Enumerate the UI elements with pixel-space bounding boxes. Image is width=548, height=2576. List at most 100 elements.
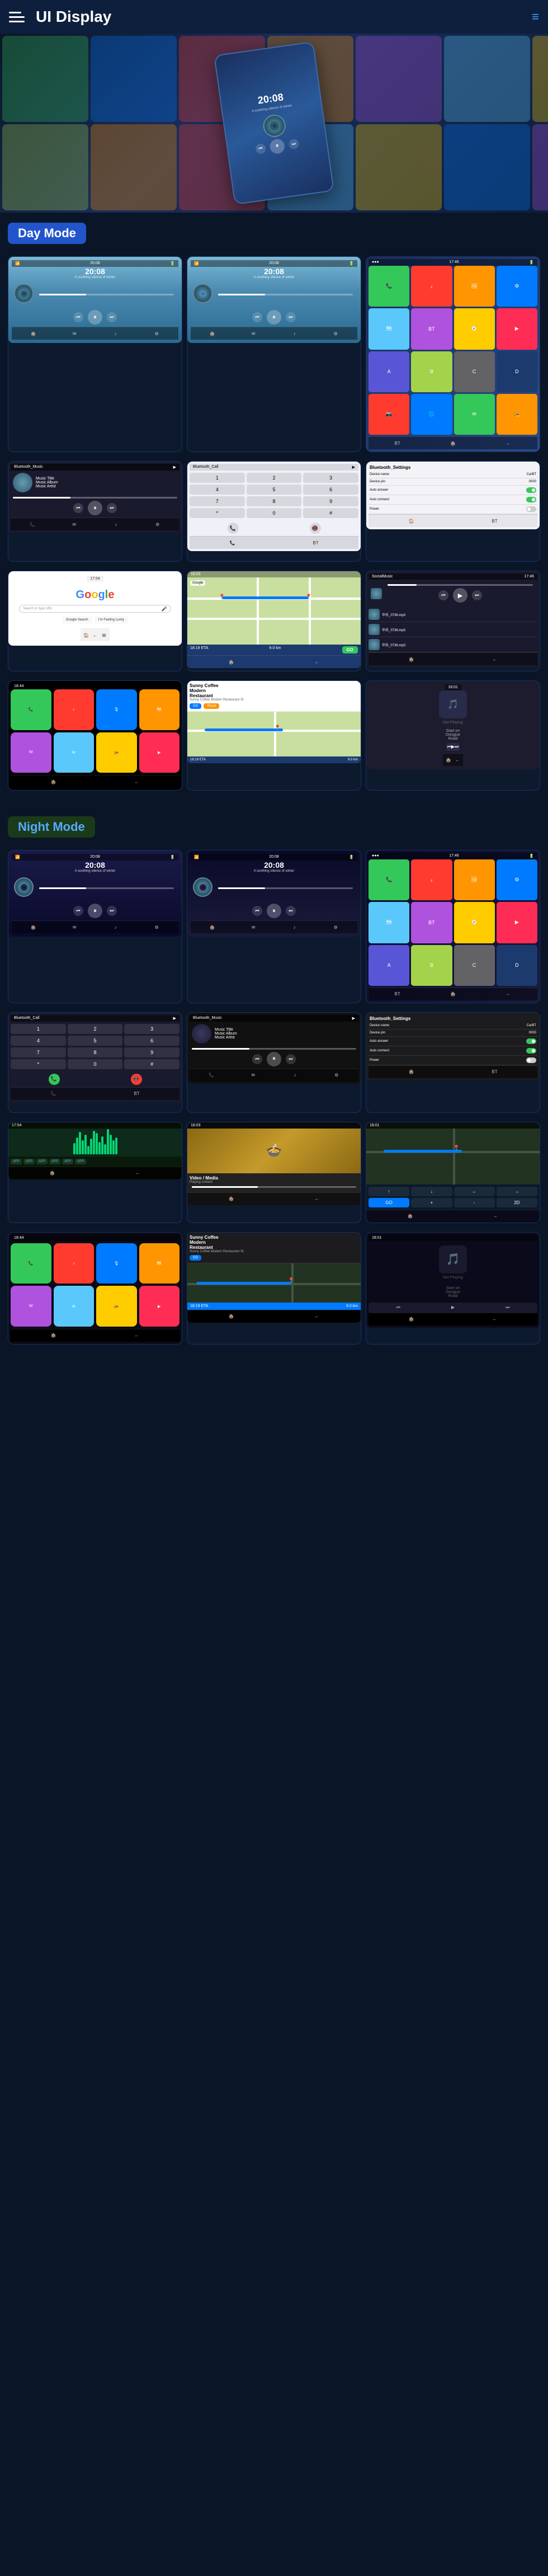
settings-bt-icon[interactable]: BT: [490, 516, 499, 525]
night-app-1[interactable]: A: [369, 945, 409, 986]
app-icon-e3[interactable]: ✉: [454, 394, 495, 435]
home-icon-1[interactable]: 🏠: [29, 329, 38, 338]
night-bt-next-btn[interactable]: ⏭: [286, 1054, 296, 1064]
night-play-btn-2[interactable]: ⏸: [267, 904, 281, 918]
carplay-podcast-app[interactable]: 🎙: [96, 689, 137, 730]
night-key-5[interactable]: 5: [68, 1036, 123, 1046]
settings-icon-bt[interactable]: ⚙: [153, 520, 162, 529]
night-settings-icon-1[interactable]: ⚙: [152, 923, 161, 932]
night-settings-bt-icon[interactable]: BT: [490, 1068, 499, 1077]
night-bt-music-icon[interactable]: ♪: [290, 1071, 299, 1080]
music-list-item-3[interactable]: 华乐_0736.mp3: [369, 637, 537, 652]
night-cp-radio[interactable]: 📻: [96, 1286, 137, 1327]
key-6[interactable]: 6: [303, 485, 358, 495]
night-app-nav[interactable]: 🧭: [454, 902, 495, 943]
night-cp-music[interactable]: ♪: [54, 1243, 95, 1284]
night-app-photos[interactable]: 🖼: [454, 859, 495, 900]
night-nav-back-icon[interactable]: ←: [492, 1212, 500, 1221]
carplay-messages-app[interactable]: ✉: [54, 732, 95, 773]
night-ctrl-zoom-in[interactable]: +: [411, 1198, 452, 1207]
night-home-icon-3[interactable]: 🏠: [448, 990, 457, 999]
carplay-back-icon[interactable]: ←: [133, 777, 141, 786]
night-prev-btn-2[interactable]: ⏮: [252, 906, 262, 916]
back-icon[interactable]: ←: [504, 439, 513, 448]
music-icon-2[interactable]: ♪: [290, 329, 299, 338]
app-icon-settings[interactable]: ⚙: [497, 266, 537, 307]
google-menu-icon[interactable]: ⊞: [100, 631, 108, 640]
night-cp-other[interactable]: ▶: [139, 1286, 180, 1327]
night-btn-5[interactable]: APP: [62, 1159, 73, 1164]
night-app-2[interactable]: B: [411, 945, 452, 986]
key-4[interactable]: 4: [190, 485, 245, 495]
night-cp-home-icon[interactable]: 🏠: [49, 1331, 58, 1340]
carplay-maps-app[interactable]: 🗺: [139, 689, 180, 730]
app-icon-app2[interactable]: B: [411, 351, 452, 392]
menu-dots-icon[interactable]: ≡: [532, 10, 539, 24]
night-key-hash[interactable]: #: [124, 1059, 179, 1069]
key-7[interactable]: 7: [190, 496, 245, 506]
prev-btn-1[interactable]: ⏮: [73, 312, 83, 322]
bt-icon[interactable]: BT: [393, 439, 402, 448]
key-2[interactable]: 2: [247, 473, 302, 483]
google-search-input[interactable]: Search or type URL 🎤: [19, 605, 171, 613]
app-icon-app4[interactable]: D: [497, 351, 537, 392]
night-cp-phone[interactable]: 📞: [11, 1243, 51, 1284]
key-3[interactable]: 3: [303, 473, 358, 483]
call-bt-icon[interactable]: BT: [311, 538, 320, 547]
app-icon-app1[interactable]: A: [369, 351, 409, 392]
carplay-radio-app[interactable]: 📻: [96, 732, 137, 773]
night-app-bt[interactable]: BT: [411, 902, 452, 943]
key-9[interactable]: 9: [303, 496, 358, 506]
night-ctrl-2d[interactable]: 2D: [497, 1198, 537, 1207]
nav-route-btn[interactable]: Route: [204, 703, 219, 709]
carplay-music-app[interactable]: ♪: [54, 689, 95, 730]
night-email-icon-1[interactable]: ✉: [70, 923, 79, 932]
night-back-icon[interactable]: ←: [504, 990, 513, 999]
night-app-settings[interactable]: ⚙: [497, 859, 537, 900]
night-ctrl-left[interactable]: ←: [454, 1187, 495, 1196]
night-np-home-icon[interactable]: 🏠: [407, 1315, 416, 1324]
night-btn-6[interactable]: APP: [75, 1159, 86, 1164]
night-btn-4[interactable]: APP: [49, 1159, 60, 1164]
map-go-button[interactable]: GO: [342, 646, 358, 654]
app-icon-maps[interactable]: 🗺: [369, 308, 409, 349]
social-back-icon[interactable]: ←: [490, 655, 499, 664]
night-key-2[interactable]: 2: [68, 1024, 123, 1034]
email-icon-2[interactable]: ✉: [249, 329, 258, 338]
settings-icon-2[interactable]: ⚙: [331, 329, 340, 338]
google-search-btn[interactable]: Google Search: [62, 616, 92, 624]
map-home-icon[interactable]: 🏠: [227, 657, 236, 666]
night-key-0[interactable]: 0: [68, 1059, 123, 1069]
night-home-icon-1[interactable]: 🏠: [29, 923, 38, 932]
auto-connect-toggle[interactable]: [526, 497, 536, 502]
hamburger-menu-icon[interactable]: [9, 7, 29, 27]
night-bt-play-btn[interactable]: ⏸: [267, 1052, 281, 1066]
bt-next-btn[interactable]: ⏭: [107, 503, 117, 513]
night-cp-maps[interactable]: 🗺: [139, 1243, 180, 1284]
google-lucky-btn[interactable]: I'm Feeling Lucky: [95, 616, 129, 624]
night-wave-back-icon[interactable]: ←: [134, 1169, 143, 1178]
social-prev-btn[interactable]: ⏮: [438, 590, 448, 600]
night-bt-phone-icon[interactable]: 📞: [207, 1071, 216, 1080]
nav-go-btn[interactable]: GO: [190, 703, 201, 709]
night-ctrl-up[interactable]: ↑: [369, 1187, 409, 1196]
night-btn-1[interactable]: APP: [11, 1159, 22, 1164]
call-btn[interactable]: 📞: [228, 523, 239, 534]
bt-prev-btn[interactable]: ⏮: [73, 503, 83, 513]
night-key-6[interactable]: 6: [124, 1036, 179, 1046]
night-cp-messages[interactable]: ✉: [54, 1286, 95, 1327]
call-home-icon[interactable]: 📞: [228, 538, 237, 547]
social-home-icon[interactable]: 🏠: [407, 655, 416, 664]
night-navr-home-icon[interactable]: 🏠: [227, 1312, 236, 1321]
night-play-btn-1[interactable]: ⏸: [88, 904, 102, 918]
night-app-maps[interactable]: 🗺: [369, 902, 409, 943]
night-ctrl-zoom-out[interactable]: -: [454, 1198, 495, 1207]
night-home-icon-2[interactable]: 🏠: [208, 923, 217, 932]
app-icon-phone[interactable]: 📞: [369, 266, 409, 307]
night-app-media[interactable]: ▶: [497, 902, 537, 943]
app-icon-e1[interactable]: 📷: [369, 394, 409, 435]
night-key-9[interactable]: 9: [124, 1047, 179, 1057]
email-icon-bt[interactable]: ✉: [70, 520, 79, 529]
end-call-btn[interactable]: 📵: [310, 523, 321, 534]
prev-btn-2[interactable]: ⏮: [252, 312, 262, 322]
